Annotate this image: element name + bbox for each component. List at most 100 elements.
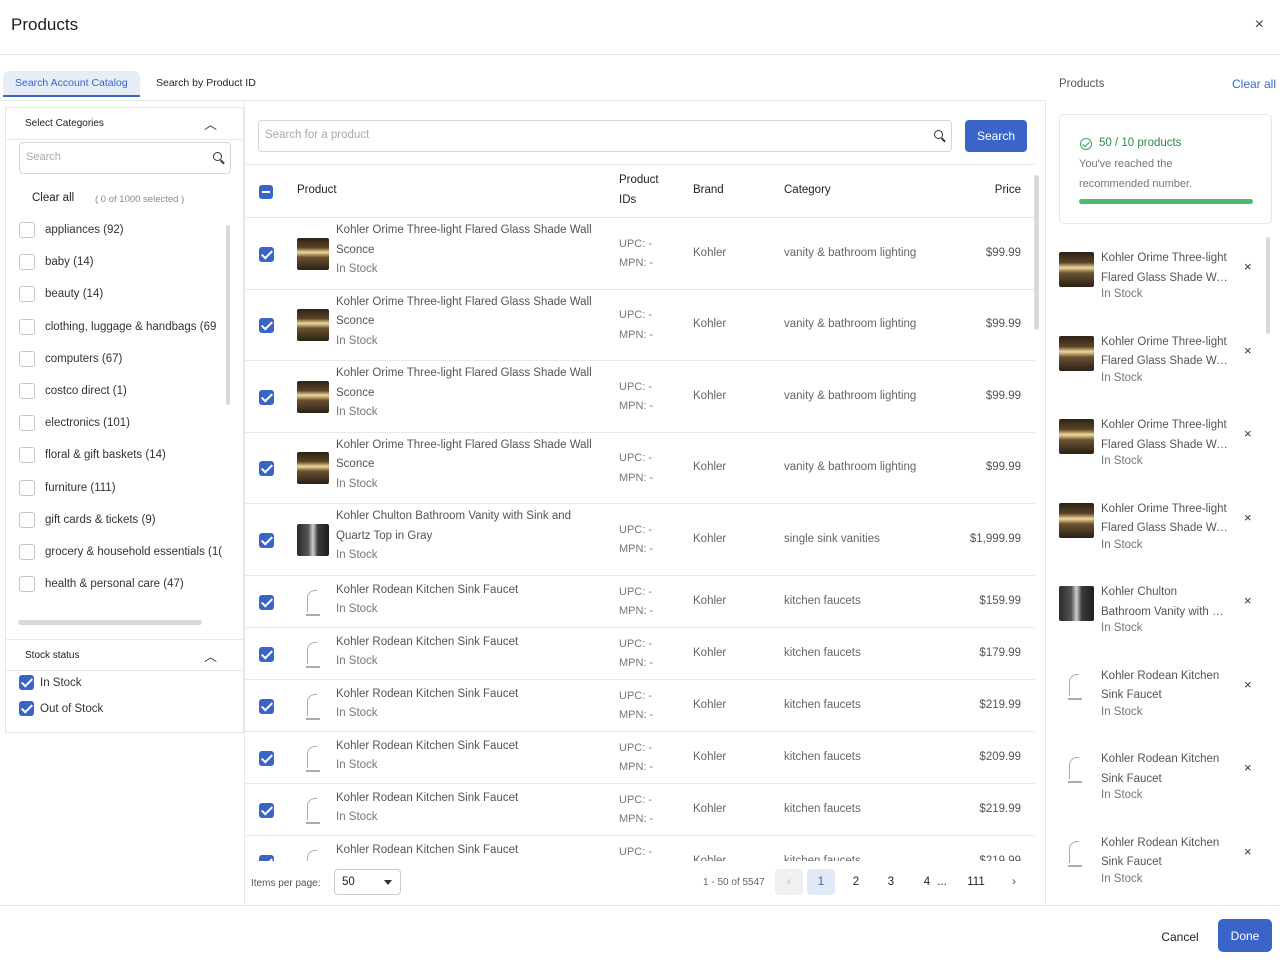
- checkbox[interactable]: [19, 254, 35, 271]
- table-row[interactable]: Kohler Orime Three-light Flared Glass Sh…: [245, 433, 1035, 504]
- row-checkbox[interactable]: [259, 389, 274, 405]
- category-option[interactable]: beauty (14): [19, 286, 224, 306]
- checkbox[interactable]: [19, 511, 35, 528]
- product-name[interactable]: Kohler Orime Three-light Flared Glass Sh…: [336, 436, 596, 495]
- product-search-field[interactable]: [258, 120, 952, 152]
- row-checkbox[interactable]: [259, 594, 274, 610]
- category-option[interactable]: costco direct (1): [19, 383, 224, 403]
- next-page-button[interactable]: ›: [1000, 869, 1028, 895]
- chevron-up-icon[interactable]: ︿: [204, 646, 217, 665]
- previous-page-button[interactable]: ‹: [775, 869, 803, 895]
- page-button-1[interactable]: 1: [807, 869, 835, 895]
- select-all-checkbox[interactable]: [259, 185, 273, 199]
- row-checkbox[interactable]: [259, 802, 274, 818]
- checkbox[interactable]: [19, 447, 35, 464]
- product-name[interactable]: Kohler Rodean Kitchen Sink FaucetIn Stoc…: [336, 685, 596, 724]
- clear-all-selected-button[interactable]: Clear all: [1232, 77, 1276, 91]
- checkbox[interactable]: [19, 383, 35, 399]
- product-name[interactable]: Kohler Rodean Kitchen Sink FaucetIn Stoc…: [336, 841, 596, 862]
- search-button[interactable]: Search: [965, 120, 1027, 152]
- table-row[interactable]: Kohler Orime Three-light Flared Glass Sh…: [245, 361, 1035, 433]
- categories-header[interactable]: Select Categories ︿: [6, 108, 243, 140]
- tab-search-account-catalog[interactable]: Search Account Catalog: [3, 71, 140, 97]
- table-row[interactable]: Kohler Rodean Kitchen Sink FaucetIn Stoc…: [245, 836, 1035, 862]
- page-button-2[interactable]: 2: [842, 869, 870, 895]
- done-button[interactable]: Done: [1218, 919, 1272, 952]
- category-option[interactable]: electronics (101): [19, 415, 224, 435]
- chevron-up-icon[interactable]: ︿: [204, 114, 217, 133]
- stock-status-header[interactable]: Stock status ︿: [6, 639, 243, 671]
- product-name[interactable]: Kohler Rodean Kitchen Sink FaucetIn Stoc…: [336, 633, 596, 672]
- checkbox-checked[interactable]: [19, 675, 34, 691]
- category-option[interactable]: health & personal care (47): [19, 576, 224, 596]
- remove-icon[interactable]: ×: [1244, 426, 1252, 441]
- row-checkbox[interactable]: [259, 750, 274, 766]
- category-option[interactable]: furniture (111): [19, 479, 224, 500]
- remove-icon[interactable]: ×: [1244, 259, 1252, 274]
- table-row[interactable]: Kohler Orime Three-light Flared Glass Sh…: [245, 290, 1035, 361]
- table-row[interactable]: Kohler Rodean Kitchen Sink FaucetIn Stoc…: [245, 784, 1035, 836]
- row-checkbox[interactable]: [259, 318, 274, 334]
- category-option[interactable]: clothing, luggage & handbags (69: [19, 318, 224, 339]
- product-name[interactable]: Kohler Orime Three-light Flared Glass Sh…: [336, 293, 596, 352]
- category-list-horizontal-scrollbar[interactable]: [18, 620, 202, 625]
- remove-icon[interactable]: ×: [1244, 510, 1252, 525]
- checkbox[interactable]: [19, 415, 35, 432]
- stock-option-in-stock[interactable]: In Stock: [19, 675, 82, 693]
- category-option[interactable]: computers (67): [19, 350, 224, 371]
- category-search-field[interactable]: [19, 142, 231, 174]
- checkbox[interactable]: [19, 544, 35, 560]
- category-option[interactable]: appliances (92): [19, 222, 224, 242]
- product-name-line: Kohler Orime Three-light Flared Glass Sh…: [336, 224, 592, 236]
- table-scrollbar[interactable]: [1034, 175, 1039, 330]
- product-brand: Kohler: [693, 461, 727, 474]
- remove-icon[interactable]: ×: [1244, 677, 1252, 692]
- table-row[interactable]: Kohler Orime Three-light Flared Glass Sh…: [245, 218, 1035, 290]
- selected-list-scrollbar[interactable]: [1266, 237, 1270, 334]
- category-search-input[interactable]: [26, 143, 196, 171]
- row-checkbox[interactable]: [259, 646, 274, 662]
- category-option[interactable]: floral & gift baskets (14): [19, 447, 224, 467]
- category-option[interactable]: gift cards & tickets (9): [19, 511, 224, 532]
- remove-icon[interactable]: ×: [1244, 593, 1252, 608]
- category-option[interactable]: grocery & household essentials (1(: [19, 544, 224, 564]
- product-name[interactable]: Kohler Rodean Kitchen Sink FaucetIn Stoc…: [336, 581, 596, 620]
- product-name-line: Sconce: [336, 243, 375, 256]
- table-row[interactable]: Kohler Rodean Kitchen Sink FaucetIn Stoc…: [245, 628, 1035, 680]
- close-icon[interactable]: ×: [1255, 16, 1264, 34]
- cancel-button[interactable]: Cancel: [1148, 921, 1212, 953]
- product-name[interactable]: Kohler Rodean Kitchen Sink FaucetIn Stoc…: [336, 737, 596, 776]
- category-option[interactable]: baby (14): [19, 254, 224, 274]
- table-row[interactable]: Kohler Rodean Kitchen Sink FaucetIn Stoc…: [245, 680, 1035, 732]
- checkbox-checked[interactable]: [19, 701, 34, 717]
- remove-icon[interactable]: ×: [1244, 844, 1252, 859]
- product-name[interactable]: Kohler Chulton Bathroom Vanity with Sink…: [336, 507, 596, 566]
- tab-search-by-product-id[interactable]: Search by Product ID: [144, 71, 268, 97]
- remove-icon[interactable]: ×: [1244, 343, 1252, 358]
- product-name[interactable]: Kohler Rodean Kitchen Sink FaucetIn Stoc…: [336, 789, 596, 828]
- checkbox[interactable]: [19, 222, 35, 238]
- row-checkbox[interactable]: [259, 461, 274, 477]
- checkbox[interactable]: [19, 479, 35, 496]
- checkbox[interactable]: [19, 286, 35, 303]
- product-name[interactable]: Kohler Orime Three-light Flared Glass Sh…: [336, 221, 596, 280]
- stock-option-out-of-stock[interactable]: Out of Stock: [19, 701, 103, 719]
- checkbox[interactable]: [19, 318, 35, 335]
- product-name[interactable]: Kohler Orime Three-light Flared Glass Sh…: [336, 364, 596, 423]
- row-checkbox[interactable]: [259, 532, 274, 548]
- product-search-input[interactable]: [265, 121, 905, 149]
- checkbox[interactable]: [19, 576, 35, 593]
- page-button-3[interactable]: 3: [877, 869, 905, 895]
- table-row[interactable]: Kohler Rodean Kitchen Sink FaucetIn Stoc…: [245, 732, 1035, 784]
- category-list-scrollbar[interactable]: [226, 225, 230, 405]
- table-row[interactable]: Kohler Chulton Bathroom Vanity with Sink…: [245, 504, 1035, 576]
- table-row[interactable]: Kohler Rodean Kitchen Sink FaucetIn Stoc…: [245, 576, 1035, 628]
- remove-icon[interactable]: ×: [1244, 760, 1252, 775]
- row-checkbox[interactable]: [259, 246, 274, 262]
- items-per-page-label: Items per page:: [251, 878, 321, 889]
- items-per-page-select[interactable]: 50: [334, 869, 401, 895]
- checkbox[interactable]: [19, 350, 35, 367]
- page-button-111[interactable]: 111: [962, 869, 990, 895]
- row-checkbox[interactable]: [259, 698, 274, 714]
- clear-all-categories-button[interactable]: Clear all: [32, 192, 74, 204]
